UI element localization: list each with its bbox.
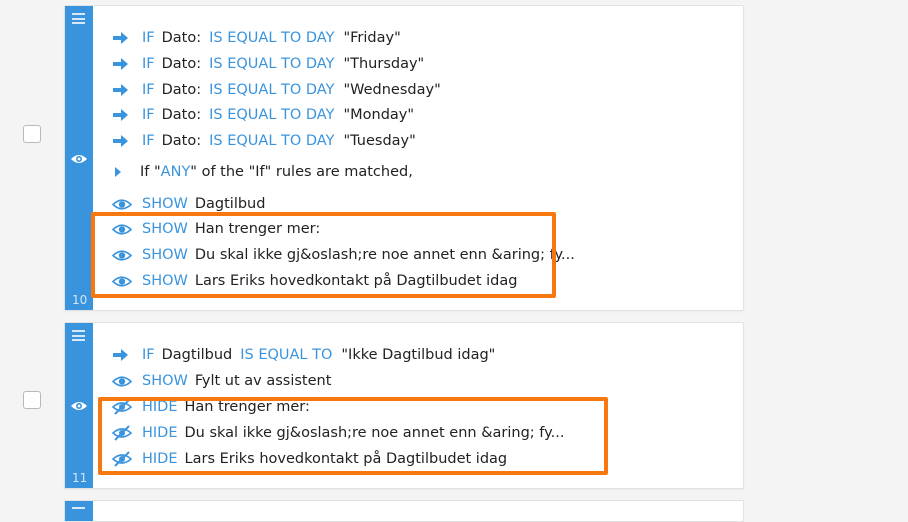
eye-icon: [112, 221, 134, 237]
arrow-right-icon: [112, 347, 134, 363]
rule-card-11: 11 IF Dagtilbud IS EQUAL TO "Ikke Dagtil…: [64, 322, 744, 489]
condition-row: IF Dato: IS EQUAL TO DAY "Wednesday": [112, 79, 441, 101]
rule-drag-handle[interactable]: 11: [65, 323, 93, 488]
eye-icon: [112, 247, 134, 263]
rule-number: 10: [72, 293, 88, 307]
rule-11-checkbox[interactable]: [23, 391, 41, 409]
eye-icon: [112, 373, 134, 389]
eye-slash-icon: [112, 451, 134, 467]
eye-icon: [112, 196, 134, 212]
rule-10-checkbox[interactable]: [23, 125, 41, 143]
action-row: SHOW Du skal ikke gj&oslash;re noe annet…: [112, 244, 575, 266]
eye-icon: [112, 273, 134, 289]
condition-row: IF Dato: IS EQUAL TO DAY "Thursday": [112, 53, 424, 75]
arrow-right-icon: [112, 82, 134, 98]
caret-right-icon[interactable]: [112, 164, 134, 180]
action-row: SHOW Fylt ut av assistent: [112, 370, 331, 392]
action-row: SHOW Han trenger mer:: [112, 218, 320, 240]
menu-icon[interactable]: [72, 507, 85, 518]
condition-row: IF Dato: IS EQUAL TO DAY "Tuesday": [112, 130, 416, 152]
rule-card-next: [64, 500, 744, 522]
arrow-right-icon: [112, 30, 134, 46]
rule-number: 11: [72, 471, 88, 485]
action-row: SHOW Dagtilbud: [112, 193, 265, 215]
condition-row: IF Dato: IS EQUAL TO DAY "Monday": [112, 104, 414, 126]
menu-icon[interactable]: [72, 330, 85, 341]
arrow-right-icon: [112, 56, 134, 72]
eye-slash-icon: [112, 399, 134, 415]
eye-icon[interactable]: [70, 400, 88, 412]
arrow-right-icon: [112, 133, 134, 149]
action-row: SHOW Lars Eriks hovedkontakt på Dagtilbu…: [112, 270, 517, 292]
action-row: HIDE Han trenger mer:: [112, 396, 310, 418]
action-row: HIDE Du skal ikke gj&oslash;re noe annet…: [112, 422, 564, 444]
rule-drag-handle[interactable]: 10: [65, 6, 93, 310]
condition-row: IF Dato: IS EQUAL TO DAY "Friday": [112, 27, 401, 49]
arrow-right-icon: [112, 107, 134, 123]
action-row: HIDE Lars Eriks hovedkontakt på Dagtilbu…: [112, 448, 507, 470]
rule-card-10: 10 IF Dato: IS EQUAL TO DAY "Friday" IF …: [64, 5, 744, 311]
rule-drag-handle[interactable]: [65, 501, 93, 521]
eye-icon[interactable]: [70, 153, 88, 165]
menu-icon[interactable]: [72, 13, 85, 24]
match-mode-row: If "ANY" of the "If" rules are matched,: [112, 161, 413, 183]
match-mode-toggle[interactable]: ANY: [161, 164, 191, 180]
condition-row: IF Dagtilbud IS EQUAL TO "Ikke Dagtilbud…: [112, 344, 495, 366]
eye-slash-icon: [112, 425, 134, 441]
